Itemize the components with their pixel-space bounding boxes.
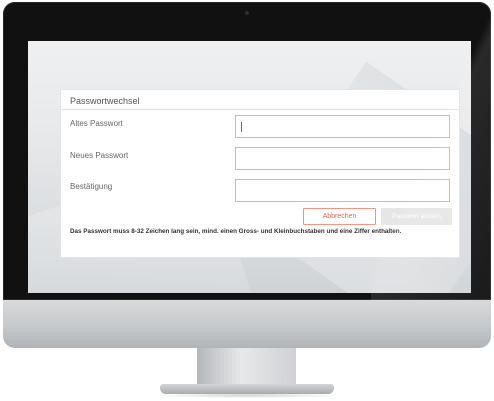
- monitor-stand-neck: [197, 348, 296, 388]
- text-caret: [241, 122, 242, 132]
- monitor-mockup: Passwortwechsel Altes Passwort Neues Pas…: [0, 0, 494, 401]
- new-password-label: Neues Passwort: [70, 151, 129, 160]
- stand-shadow: [150, 393, 344, 398]
- camera-icon: [245, 11, 249, 15]
- password-change-dialog: Passwortwechsel Altes Passwort Neues Pas…: [61, 90, 459, 257]
- confirm-password-input[interactable]: [235, 179, 450, 202]
- confirm-password-label: Bestätigung: [70, 182, 113, 191]
- change-password-button[interactable]: Passwort ändern: [381, 208, 452, 225]
- dialog-title: Passwortwechsel: [70, 96, 140, 106]
- monitor-bezel: Passwortwechsel Altes Passwort Neues Pas…: [3, 2, 491, 300]
- cancel-button[interactable]: Abbrechen: [303, 208, 376, 225]
- old-password-input[interactable]: [235, 115, 450, 138]
- monitor-chin: [3, 300, 491, 348]
- title-divider: [61, 109, 459, 110]
- password-requirements-hint: Das Passwort muss 8-32 Zeichen lang sein…: [70, 228, 402, 235]
- old-password-label: Altes Passwort: [70, 119, 123, 128]
- screen: Passwortwechsel Altes Passwort Neues Pas…: [28, 41, 471, 293]
- new-password-input[interactable]: [235, 147, 450, 170]
